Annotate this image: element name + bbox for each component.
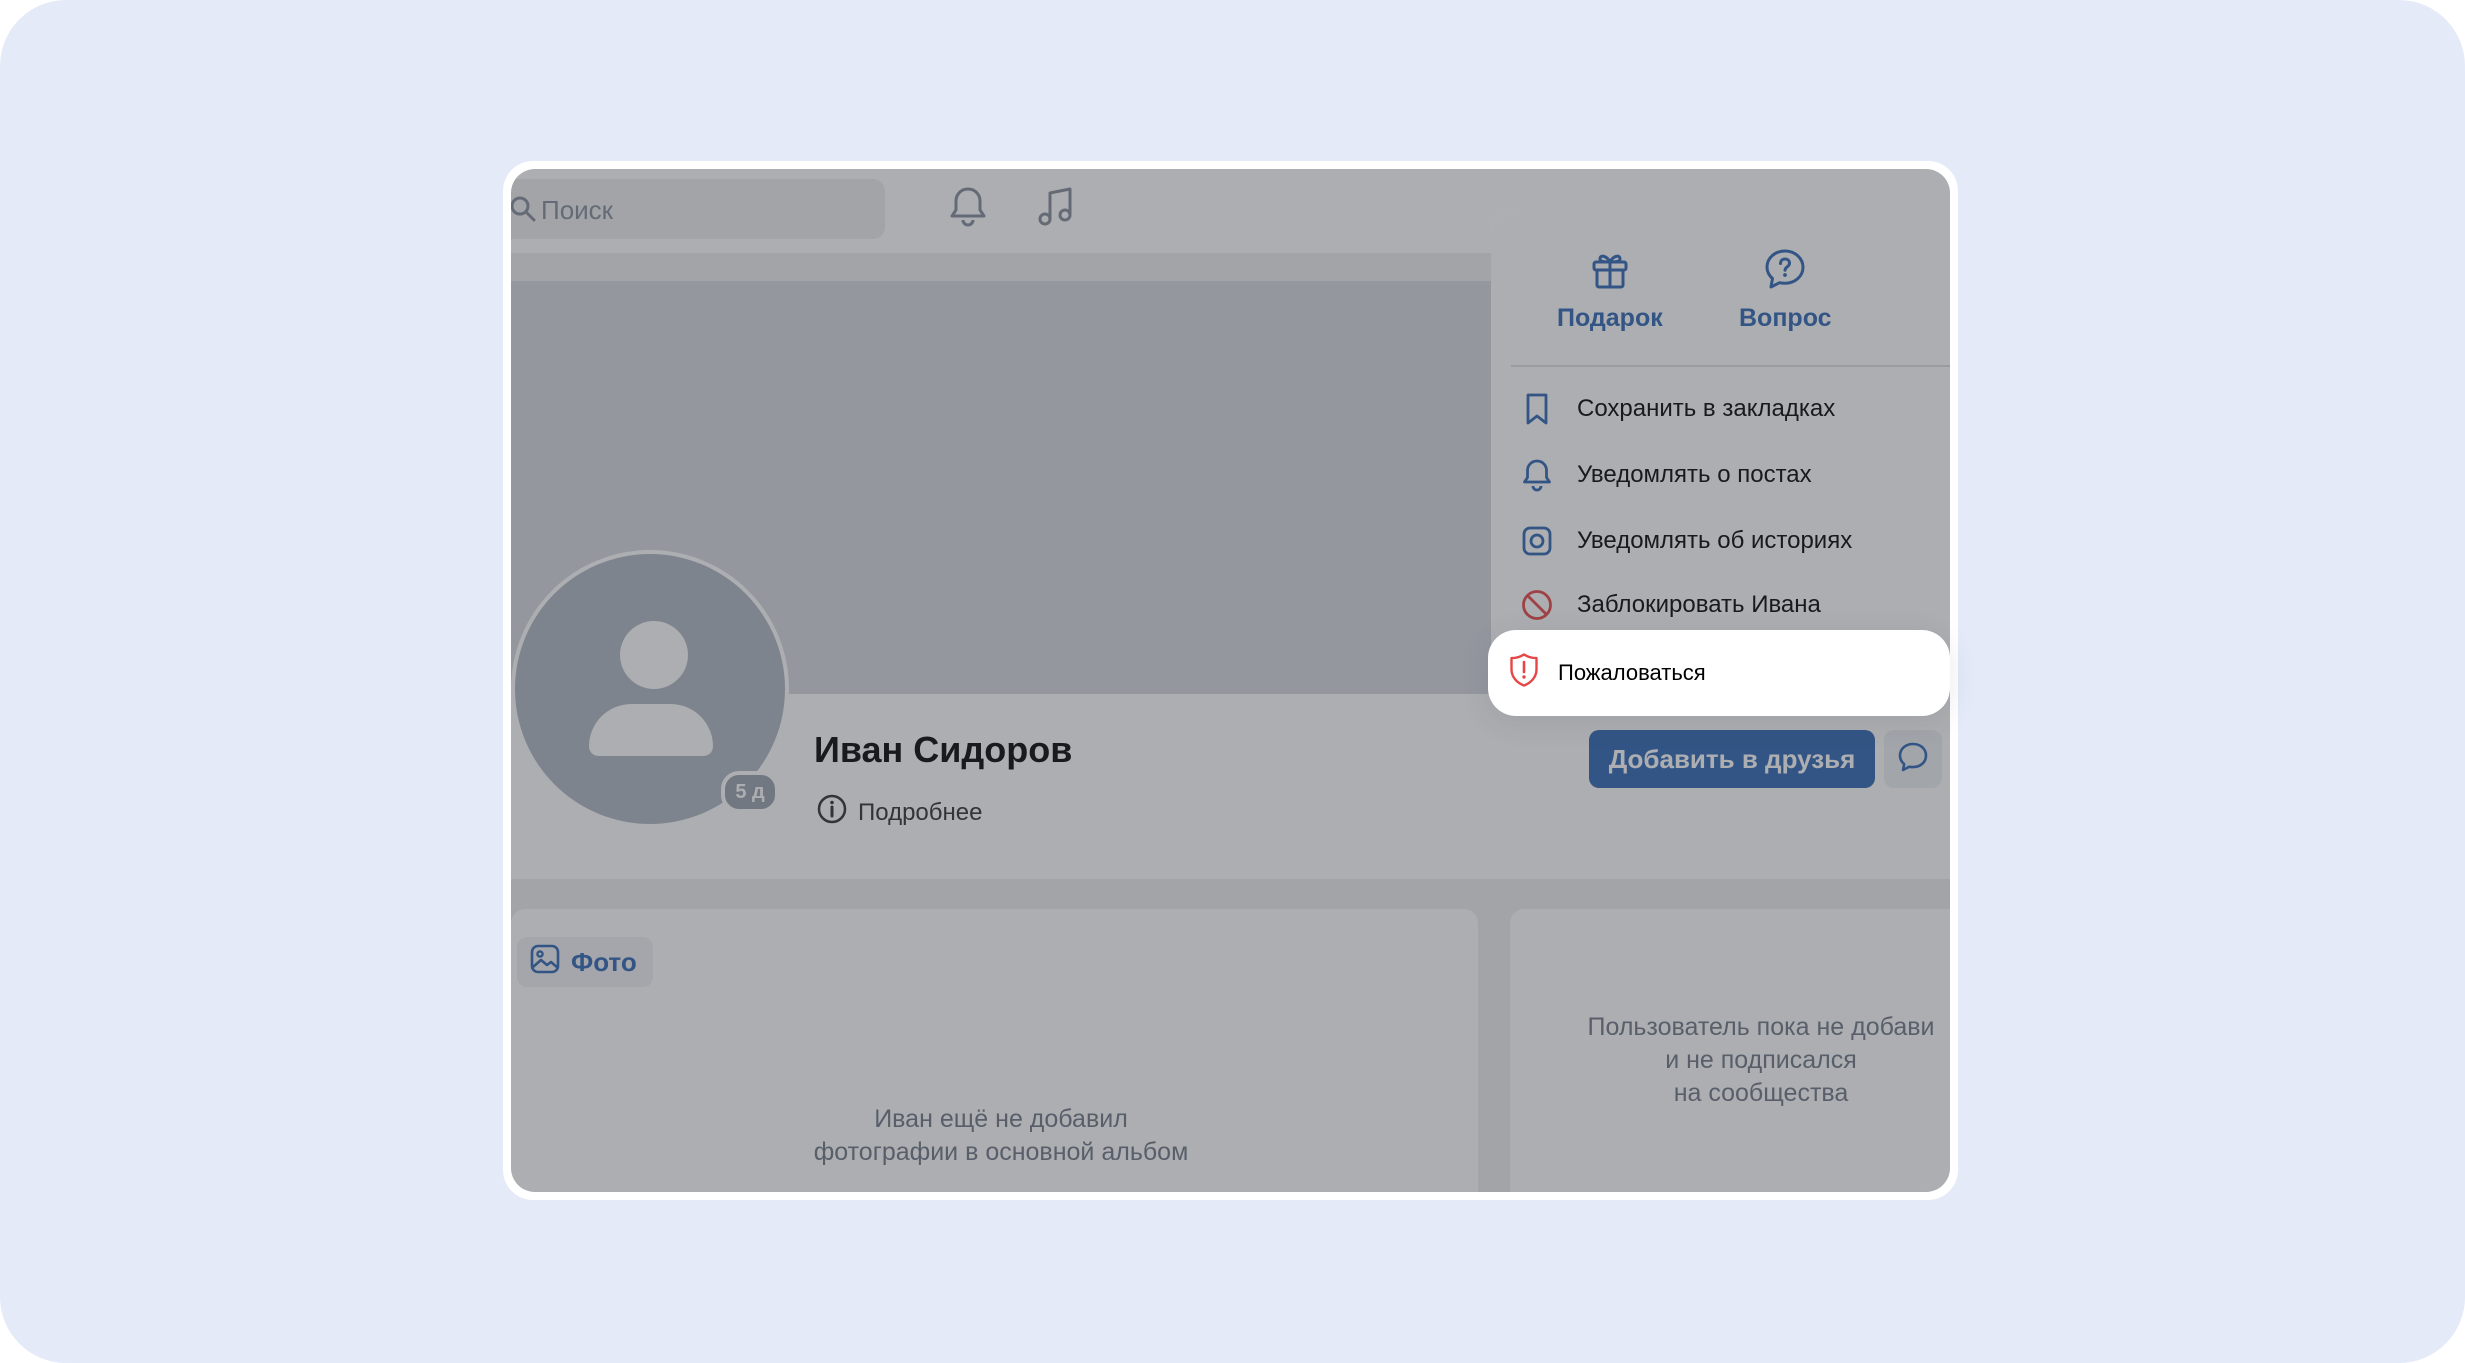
report-label: Пожаловаться: [1558, 660, 1706, 685]
report-icon: [1508, 652, 1540, 694]
menu-dim-overlay: [1491, 209, 1950, 669]
menu-item-report[interactable]: Пожаловаться: [1488, 630, 1950, 716]
